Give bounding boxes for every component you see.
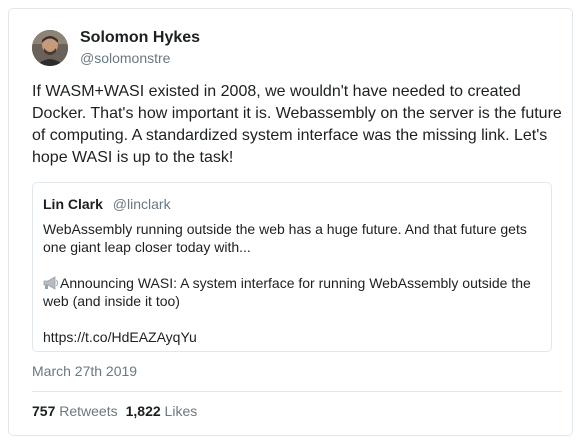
quoted-tweet-header: Lin Clark @linclark [43, 195, 541, 213]
tweet-stats: 757 Retweets 1,822 Likes [32, 402, 197, 420]
author-info: Solomon Hykes @solomonstre [80, 28, 200, 68]
quoted-tweet[interactable]: Lin Clark @linclark WebAssembly running … [32, 182, 552, 352]
tweet-text: If WASM+WASI existed in 2008, we wouldn'… [32, 83, 562, 166]
likes-stat[interactable]: 1,822 Likes [126, 403, 198, 419]
quoted-link[interactable]: https://t.co/HdEAZAyqYu [43, 329, 197, 345]
avatar-photo-icon [32, 30, 68, 66]
likes-label: Likes [164, 403, 198, 419]
loudspeaker-icon [43, 276, 60, 290]
retweets-label: Retweets [59, 403, 118, 419]
retweets-count: 757 [32, 403, 56, 419]
author-display-name[interactable]: Solomon Hykes [80, 28, 200, 48]
likes-count: 1,822 [125, 403, 161, 419]
quoted-author-name: Lin Clark [43, 196, 103, 212]
tweet-date[interactable]: March 27th 2019 [32, 362, 137, 380]
quoted-tweet-body: WebAssembly running outside the web has … [43, 220, 541, 346]
tweet-card: Solomon Hykes @solomonstre If WASM+WASI … [8, 8, 573, 436]
retweets-stat[interactable]: 757 Retweets [32, 403, 118, 419]
tweet-header: Solomon Hykes @solomonstre [32, 28, 200, 68]
quoted-author-handle: @linclark [112, 196, 171, 212]
author-handle[interactable]: @solomonstre [80, 48, 200, 68]
quoted-text-line1: WebAssembly running outside the web has … [43, 221, 527, 255]
quoted-link-wrapper: https://t.co/HdEAZAyqYu [43, 328, 541, 346]
divider [32, 391, 562, 392]
quoted-text-line2-wrapper: Announcing WASI: A system interface for … [43, 274, 541, 310]
avatar[interactable] [32, 30, 68, 66]
quoted-text-line2: Announcing WASI: A system interface for … [43, 275, 531, 309]
